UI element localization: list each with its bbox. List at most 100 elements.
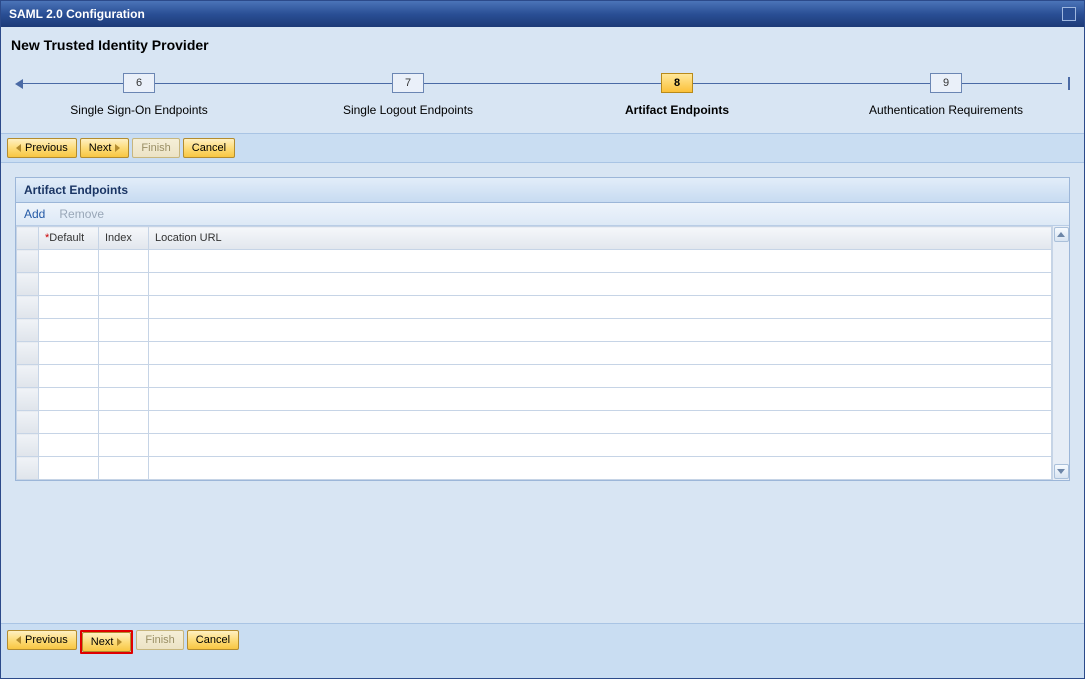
cell-default[interactable] xyxy=(39,388,99,411)
cell-default[interactable] xyxy=(39,434,99,457)
next-label-bottom: Next xyxy=(91,636,114,648)
cancel-label: Cancel xyxy=(192,142,226,154)
panel-title: Artifact Endpoints xyxy=(16,178,1069,203)
row-selector[interactable] xyxy=(17,319,39,342)
previous-button[interactable]: Previous xyxy=(7,138,77,158)
cell-location[interactable] xyxy=(149,434,1052,457)
table-row[interactable] xyxy=(17,273,1069,296)
cell-location[interactable] xyxy=(149,296,1052,319)
remove-link: Remove xyxy=(59,207,104,221)
cell-location[interactable] xyxy=(149,319,1052,342)
table-row[interactable] xyxy=(17,457,1069,480)
finish-label-bottom: Finish xyxy=(145,634,174,646)
table-row[interactable] xyxy=(17,250,1069,273)
column-header-row-selector xyxy=(17,227,39,250)
chevron-right-icon xyxy=(115,144,120,152)
table-row[interactable] xyxy=(17,319,1069,342)
wizard-step-label: Authentication Requirements xyxy=(869,103,1023,117)
column-header-default[interactable]: *Default xyxy=(39,227,99,250)
wizard-step[interactable]: 9 Authentication Requirements xyxy=(846,61,1046,117)
table-row[interactable] xyxy=(17,434,1069,457)
row-selector[interactable] xyxy=(17,388,39,411)
previous-button-bottom[interactable]: Previous xyxy=(7,630,77,650)
wizard-step-number: 7 xyxy=(392,73,424,93)
table-row[interactable] xyxy=(17,365,1069,388)
row-selector[interactable] xyxy=(17,273,39,296)
add-link[interactable]: Add xyxy=(24,207,45,221)
cell-default[interactable] xyxy=(39,273,99,296)
cancel-label-bottom: Cancel xyxy=(196,634,230,646)
wizard-step[interactable]: 8 Artifact Endpoints xyxy=(577,61,777,117)
finish-label: Finish xyxy=(141,142,170,154)
button-bar-top: Previous Next Finish Cancel xyxy=(1,133,1084,163)
cell-index[interactable] xyxy=(99,411,149,434)
row-selector[interactable] xyxy=(17,434,39,457)
button-bar-bottom: Previous Next Finish Cancel xyxy=(1,623,1084,678)
row-selector[interactable] xyxy=(17,457,39,480)
column-header-location[interactable]: Location URL xyxy=(149,227,1052,250)
chevron-left-icon xyxy=(16,636,21,644)
cancel-button[interactable]: Cancel xyxy=(183,138,235,158)
wizard-roadmap: 6 Single Sign-On Endpoints 7 Single Logout … xyxy=(15,61,1070,125)
cell-location[interactable] xyxy=(149,388,1052,411)
window-options-icon[interactable] xyxy=(1062,7,1076,21)
cell-default[interactable] xyxy=(39,411,99,434)
scrollbar[interactable] xyxy=(1052,226,1069,480)
wizard-step-label: Single Logout Endpoints xyxy=(343,103,473,117)
cell-default[interactable] xyxy=(39,457,99,480)
cell-default[interactable] xyxy=(39,319,99,342)
cell-index[interactable] xyxy=(99,342,149,365)
row-selector[interactable] xyxy=(17,250,39,273)
chevron-right-icon xyxy=(117,638,122,646)
window-title: SAML 2.0 Configuration xyxy=(9,7,145,21)
cell-location[interactable] xyxy=(149,411,1052,434)
cell-index[interactable] xyxy=(99,273,149,296)
next-button-bottom[interactable]: Next xyxy=(82,632,132,652)
cell-index[interactable] xyxy=(99,296,149,319)
cell-index[interactable] xyxy=(99,457,149,480)
table-row[interactable] xyxy=(17,388,1069,411)
row-selector[interactable] xyxy=(17,411,39,434)
wizard-step-number: 8 xyxy=(661,73,693,93)
cell-location[interactable] xyxy=(149,365,1052,388)
cell-index[interactable] xyxy=(99,319,149,342)
page-title: New Trusted Identity Provider xyxy=(1,27,1084,57)
wizard-step[interactable]: 7 Single Logout Endpoints xyxy=(308,61,508,117)
row-selector[interactable] xyxy=(17,296,39,319)
wizard-step-number: 6 xyxy=(123,73,155,93)
table-row[interactable] xyxy=(17,342,1069,365)
row-selector[interactable] xyxy=(17,342,39,365)
grid-wrap: *Default Index Location URL xyxy=(16,226,1069,480)
cell-location[interactable] xyxy=(149,457,1052,480)
cell-default[interactable] xyxy=(39,365,99,388)
cell-default[interactable] xyxy=(39,342,99,365)
scroll-down-button[interactable] xyxy=(1054,464,1069,479)
grid-table: *Default Index Location URL xyxy=(16,226,1069,480)
column-header-index[interactable]: Index xyxy=(99,227,149,250)
cell-default[interactable] xyxy=(39,296,99,319)
row-selector[interactable] xyxy=(17,365,39,388)
wizard-step[interactable]: 6 Single Sign-On Endpoints xyxy=(39,61,239,117)
finish-button-bottom: Finish xyxy=(136,630,183,650)
title-bar: SAML 2.0 Configuration xyxy=(1,1,1084,27)
previous-label: Previous xyxy=(25,142,68,154)
scroll-up-button[interactable] xyxy=(1054,227,1069,242)
artifact-endpoints-panel: Artifact Endpoints Add Remove *De xyxy=(15,177,1070,481)
wizard-step-label: Single Sign-On Endpoints xyxy=(70,103,207,117)
cell-location[interactable] xyxy=(149,342,1052,365)
next-button[interactable]: Next xyxy=(80,138,130,158)
cell-location[interactable] xyxy=(149,250,1052,273)
column-header-default-label: Default xyxy=(49,232,84,244)
cell-index[interactable] xyxy=(99,250,149,273)
cell-index[interactable] xyxy=(99,434,149,457)
cell-index[interactable] xyxy=(99,365,149,388)
cell-index[interactable] xyxy=(99,388,149,411)
cell-default[interactable] xyxy=(39,250,99,273)
wizard-step-number: 9 xyxy=(930,73,962,93)
cell-location[interactable] xyxy=(149,273,1052,296)
wizard-step-label: Artifact Endpoints xyxy=(625,103,729,117)
table-row[interactable] xyxy=(17,296,1069,319)
table-row[interactable] xyxy=(17,411,1069,434)
cancel-button-bottom[interactable]: Cancel xyxy=(187,630,239,650)
panel-toolbar: Add Remove xyxy=(16,203,1069,226)
